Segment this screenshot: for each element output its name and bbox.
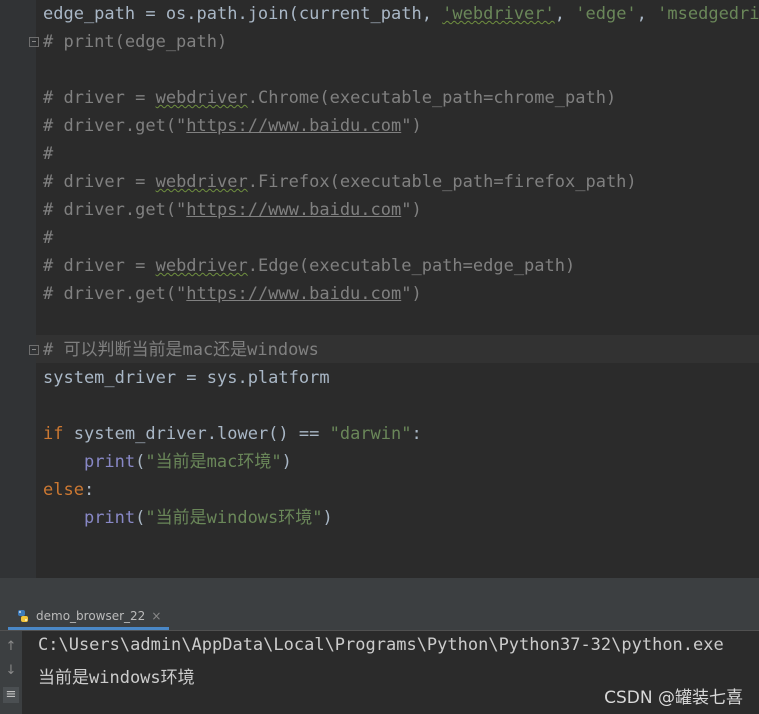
code-line[interactable]: # — [43, 140, 53, 168]
code-token: https://www.baidu.com — [186, 284, 402, 304]
console-line-command: C:\Users\admin\AppData\Local\Programs\Py… — [38, 635, 724, 655]
code-token: 'edge' — [575, 4, 637, 24]
code-token: # driver.get(" — [43, 200, 187, 220]
code-token: ") — [401, 284, 422, 304]
code-token: webdriver — [155, 88, 248, 108]
code-line[interactable]: print("当前是mac环境") — [43, 448, 292, 476]
code-token: # driver.get(" — [43, 284, 187, 304]
code-line[interactable]: else: — [43, 476, 94, 504]
code-token: edge_path = os.path.join(current_path, — [43, 4, 443, 24]
code-token: # print(edge_path) — [43, 32, 228, 52]
code-line[interactable]: # driver.get("https://www.baidu.com") — [43, 196, 422, 224]
code-line[interactable]: # driver = webdriver.Firefox(executable_… — [43, 168, 637, 196]
code-token: ) — [281, 452, 292, 472]
code-token: ) — [322, 508, 333, 528]
arrow-down-icon[interactable]: ↓ — [3, 663, 19, 679]
code-token: https://www.baidu.com — [186, 200, 402, 220]
code-token: , — [636, 4, 658, 24]
code-token: # — [43, 228, 54, 248]
run-tool-tabbar: demo_browser_22 × — [0, 604, 759, 631]
code-token: "darwin" — [329, 424, 412, 444]
code-token: 'msedgedriver.exe' — [657, 4, 759, 24]
code-token: https://www.baidu.com — [186, 116, 402, 136]
code-token: : — [83, 480, 95, 500]
run-tab-label: demo_browser_22 — [36, 608, 146, 623]
code-line[interactable]: # driver = webdriver.Edge(executable_pat… — [43, 252, 575, 280]
code-token: webdriver — [155, 172, 248, 192]
code-token: system_driver.lower() == — [63, 424, 330, 444]
code-line[interactable]: # driver.get("https://www.baidu.com") — [43, 280, 422, 308]
code-line[interactable]: # 可以判断当前是mac还是windows — [43, 336, 319, 364]
code-token: # driver = — [43, 172, 156, 192]
code-token: ( — [135, 508, 146, 528]
code-token: ") — [401, 116, 422, 136]
python-icon — [18, 609, 28, 622]
code-token: .Firefox(executable_path=firefox_path) — [247, 172, 637, 192]
soft-wrap-icon[interactable]: ≡ — [3, 687, 19, 703]
code-line[interactable]: edge_path = os.path.join(current_path, '… — [43, 0, 759, 28]
code-token: system_driver = sys.platform — [43, 368, 330, 388]
code-token: # driver.get(" — [43, 116, 187, 136]
code-token: # driver = — [43, 256, 156, 276]
console-line-output: 当前是windows环境 — [38, 668, 195, 688]
code-token: ( — [135, 452, 146, 472]
code-line[interactable]: system_driver = sys.platform — [43, 364, 330, 392]
close-icon[interactable]: × — [151, 609, 161, 623]
code-token: # driver = — [43, 88, 156, 108]
code-token: # — [43, 144, 54, 164]
code-token: ") — [401, 200, 422, 220]
code-token: , — [554, 4, 576, 24]
arrow-up-icon[interactable]: ↑ — [3, 639, 19, 655]
code-line[interactable]: # driver = webdriver.Chrome(executable_p… — [43, 84, 616, 112]
code-token: # 可以判断当前是mac还是windows — [43, 340, 319, 360]
code-token: 'webdriver' — [442, 4, 555, 24]
code-token: print — [83, 452, 136, 472]
code-line[interactable]: # — [43, 224, 53, 252]
code-token: "当前是windows环境" — [145, 508, 323, 528]
code-token: : — [411, 424, 422, 444]
editor-gutter[interactable] — [0, 0, 36, 578]
fold-marker-icon[interactable] — [29, 37, 39, 47]
code-token: webdriver — [155, 256, 248, 276]
code-token: if — [43, 424, 64, 444]
code-line[interactable]: if system_driver.lower() == "darwin": — [43, 420, 422, 448]
run-tab[interactable]: demo_browser_22 × — [8, 604, 170, 630]
panel-separator[interactable] — [0, 578, 759, 604]
code-line[interactable]: # driver.get("https://www.baidu.com") — [43, 112, 422, 140]
code-token: print — [83, 508, 136, 528]
code-token: .Edge(executable_path=edge_path) — [247, 256, 576, 276]
code-token: "当前是mac环境" — [145, 452, 282, 472]
code-line[interactable]: # print(edge_path) — [43, 28, 227, 56]
fold-marker-icon[interactable] — [29, 345, 39, 355]
code-token: else — [43, 480, 84, 500]
code-token: .Chrome(executable_path=chrome_path) — [247, 88, 617, 108]
console-toolbar: ↑ ↓ ≡ — [0, 631, 22, 714]
code-line[interactable]: print("当前是windows环境") — [43, 504, 333, 532]
code-editor[interactable]: edge_path = os.path.join(current_path, '… — [0, 0, 759, 578]
watermark: CSDN @罐装七喜 — [604, 688, 743, 708]
